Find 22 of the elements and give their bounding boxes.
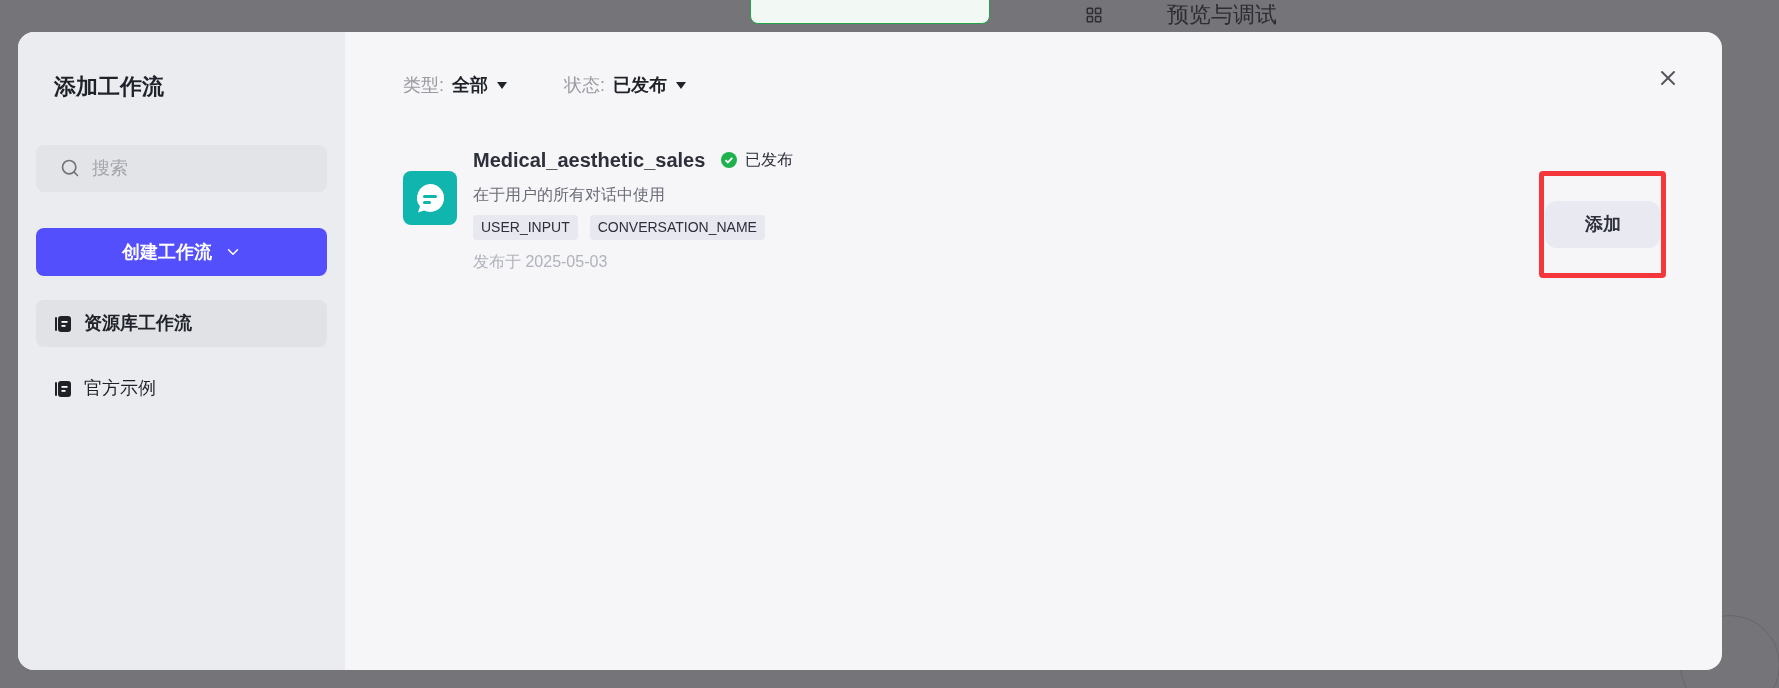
chat-bubble-icon [403,171,457,225]
caret-icon [675,80,688,91]
publish-date: 发布于 2025-05-03 [473,252,609,272]
caret-icon [496,80,508,91]
header-title: 预览与调试 [1167,1,1277,29]
sidebar-item[interactable]: 官方示例 [36,365,327,412]
workflow-name[interactable]: Medical_aesthetic_sales [473,145,706,175]
tag: USER_INPUT [473,215,578,240]
filter-dropdown[interactable]: 状态: 已发布 [564,72,688,99]
add-button[interactable]: 添加 [1545,201,1660,248]
notebook-icon [54,379,72,398]
dialog-title: 添加工作流 [54,73,165,101]
filter-dropdown[interactable]: 类型: 全部 [403,72,508,99]
status-label: 已发布 [745,150,794,170]
sidebar-item[interactable]: 资源库工作流 [36,300,327,347]
grid-icon[interactable] [1085,5,1103,24]
notebook-icon [54,314,72,333]
search-field[interactable]: 搜索 [36,145,327,192]
workflow-description: 在于用户的所有对话中使用 [473,185,666,205]
tag: CONVERSATION_NAME [589,215,765,240]
create-workflow-button[interactable]: 创建工作流 [36,228,327,276]
search-icon [60,158,80,178]
